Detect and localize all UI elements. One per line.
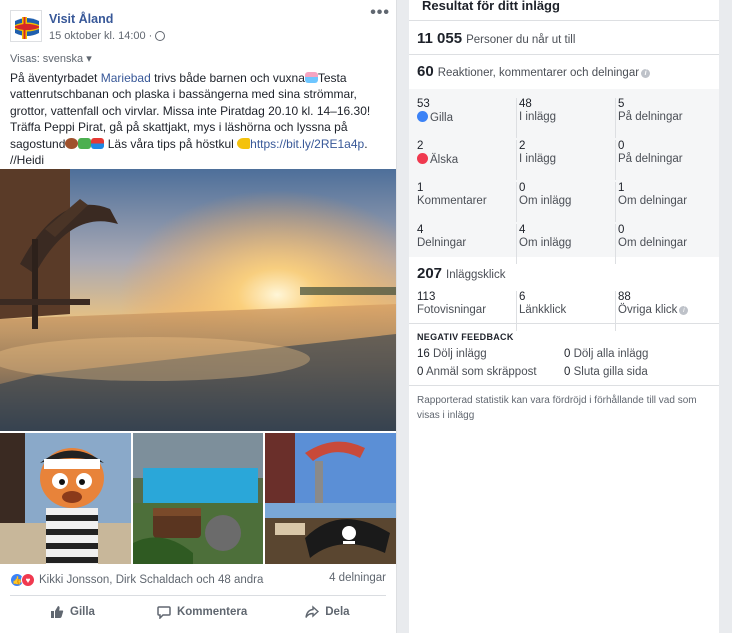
reactors-text[interactable]: Kikki Jonsson, Dirk Schaldach och 48 and… xyxy=(39,574,263,586)
stat-shares-on-post: 4 Om inlägg xyxy=(516,224,614,264)
stat-loves: 2 Älska xyxy=(417,140,459,166)
post-card: Visit Åland 15 oktober kl. 14:00 · ••• V… xyxy=(0,0,437,633)
like-icon xyxy=(417,111,428,122)
engagement-stat: 60 Reaktioner, kommentarer och delningar i xyxy=(417,63,651,80)
stat-loves-on-shares: 0 På delningar xyxy=(615,140,713,180)
stat-shares-on-shares: 0 Om delningar xyxy=(615,224,713,264)
stat-shares: 4 Delningar xyxy=(417,224,467,249)
main-photo-sunset-pool[interactable] xyxy=(0,169,396,431)
stat-comments-on-shares: 1 Om delningar xyxy=(615,182,713,222)
reactions-summary[interactable]: 👍 ♥ Kikki Jonsson, Dirk Schaldach och 48… xyxy=(10,571,386,589)
engagement-breakdown: 53 Gilla 48 I inlägg 5 På delningar 2 Älska … xyxy=(409,89,719,264)
delay-note: Rapporterad statistik kan vara fördröjd … xyxy=(417,395,697,421)
photo-treasure-pool[interactable] xyxy=(133,433,263,564)
stat-loves-on-post: 2I inlägg xyxy=(516,140,614,180)
reaction-icons: 👍 ♥ xyxy=(10,573,35,587)
shares-count[interactable]: 4 delningar xyxy=(329,572,386,584)
divider xyxy=(409,323,719,324)
neg-unlike-page: 0 Sluta gilla sida xyxy=(564,366,648,378)
negative-feedback-title: NEGATIV FEEDBACK xyxy=(417,332,514,342)
stat-link-clicks: 6 Länkklick xyxy=(516,291,614,331)
post-meta: 15 oktober kl. 14:00 · xyxy=(49,30,166,42)
divider xyxy=(409,20,719,21)
info-icon[interactable]: i xyxy=(641,69,651,78)
neg-hide-all: 0 Dölj alla inlägg xyxy=(564,348,649,360)
stat-likes-on-shares: 5 På delningar xyxy=(615,98,713,138)
more-options-icon[interactable]: ••• xyxy=(370,4,390,22)
info-icon[interactable]: i xyxy=(679,306,689,315)
comment-icon xyxy=(157,606,171,619)
globe-icon xyxy=(155,31,166,41)
love-reaction-icon: ♥ xyxy=(21,573,35,587)
stat-photo-views: 113 Fotovisningar xyxy=(417,291,487,316)
love-icon xyxy=(417,153,428,164)
comment-button[interactable]: Kommentera xyxy=(157,605,247,619)
post-timestamp[interactable]: 15 oktober kl. 14:00 · xyxy=(49,30,152,42)
photo-slide-pirate-hat[interactable] xyxy=(265,433,396,564)
post-actions-bar: Gilla Kommentera Dela ▼ xyxy=(10,598,437,626)
post-results-panel: Resultat för ditt inlägg 11 055 Personer … xyxy=(409,0,719,633)
reach-stat: 11 055 Personer du når ut till xyxy=(417,30,576,47)
stat-other-clicks: 88 Övriga klick i xyxy=(615,291,713,331)
like-button[interactable]: Gilla xyxy=(50,605,95,619)
page-name[interactable]: Visit Åland xyxy=(49,12,113,26)
mariebad-link[interactable]: Mariebad xyxy=(101,71,151,85)
stat-comments: 1 Kommentarer xyxy=(417,182,487,207)
neg-report-spam: 0 Anmäl som skräppost xyxy=(417,366,537,378)
photo-pirate-mascot[interactable] xyxy=(0,433,131,564)
thumbs-up-icon xyxy=(51,606,64,618)
pointing-hand-emoji-icon xyxy=(237,137,251,149)
pool-emoji-icon xyxy=(304,72,318,83)
post-header: Visit Åland 15 oktober kl. 14:00 · ••• xyxy=(10,4,390,50)
stat-likes: 53 Gilla xyxy=(417,98,454,124)
page-avatar[interactable] xyxy=(10,10,42,42)
bitly-link[interactable]: https://bit.ly/2RE1a4p xyxy=(250,137,364,151)
audience-language[interactable]: Visas: svenska ▾ xyxy=(10,52,92,65)
map-emoji-icon xyxy=(78,137,92,149)
neg-hide-post: 16 Dölj inlägg xyxy=(417,348,487,360)
panel-title: Resultat för ditt inlägg xyxy=(422,0,560,13)
clicks-stat: 207 Inläggsklick xyxy=(417,265,506,282)
stat-likes-on-post: 48 I inlägg xyxy=(516,98,614,138)
divider xyxy=(409,54,719,55)
divider xyxy=(409,385,719,386)
stat-comments-on-post: 0 Om inlägg xyxy=(516,182,614,222)
post-text: På äventyrbadet Mariebad trivs både barn… xyxy=(10,71,371,168)
hedgehog-emoji-icon xyxy=(65,137,79,149)
actions-divider xyxy=(10,595,386,596)
share-button[interactable]: Dela xyxy=(305,605,350,619)
books-emoji-icon xyxy=(91,137,105,149)
share-icon xyxy=(305,605,320,618)
